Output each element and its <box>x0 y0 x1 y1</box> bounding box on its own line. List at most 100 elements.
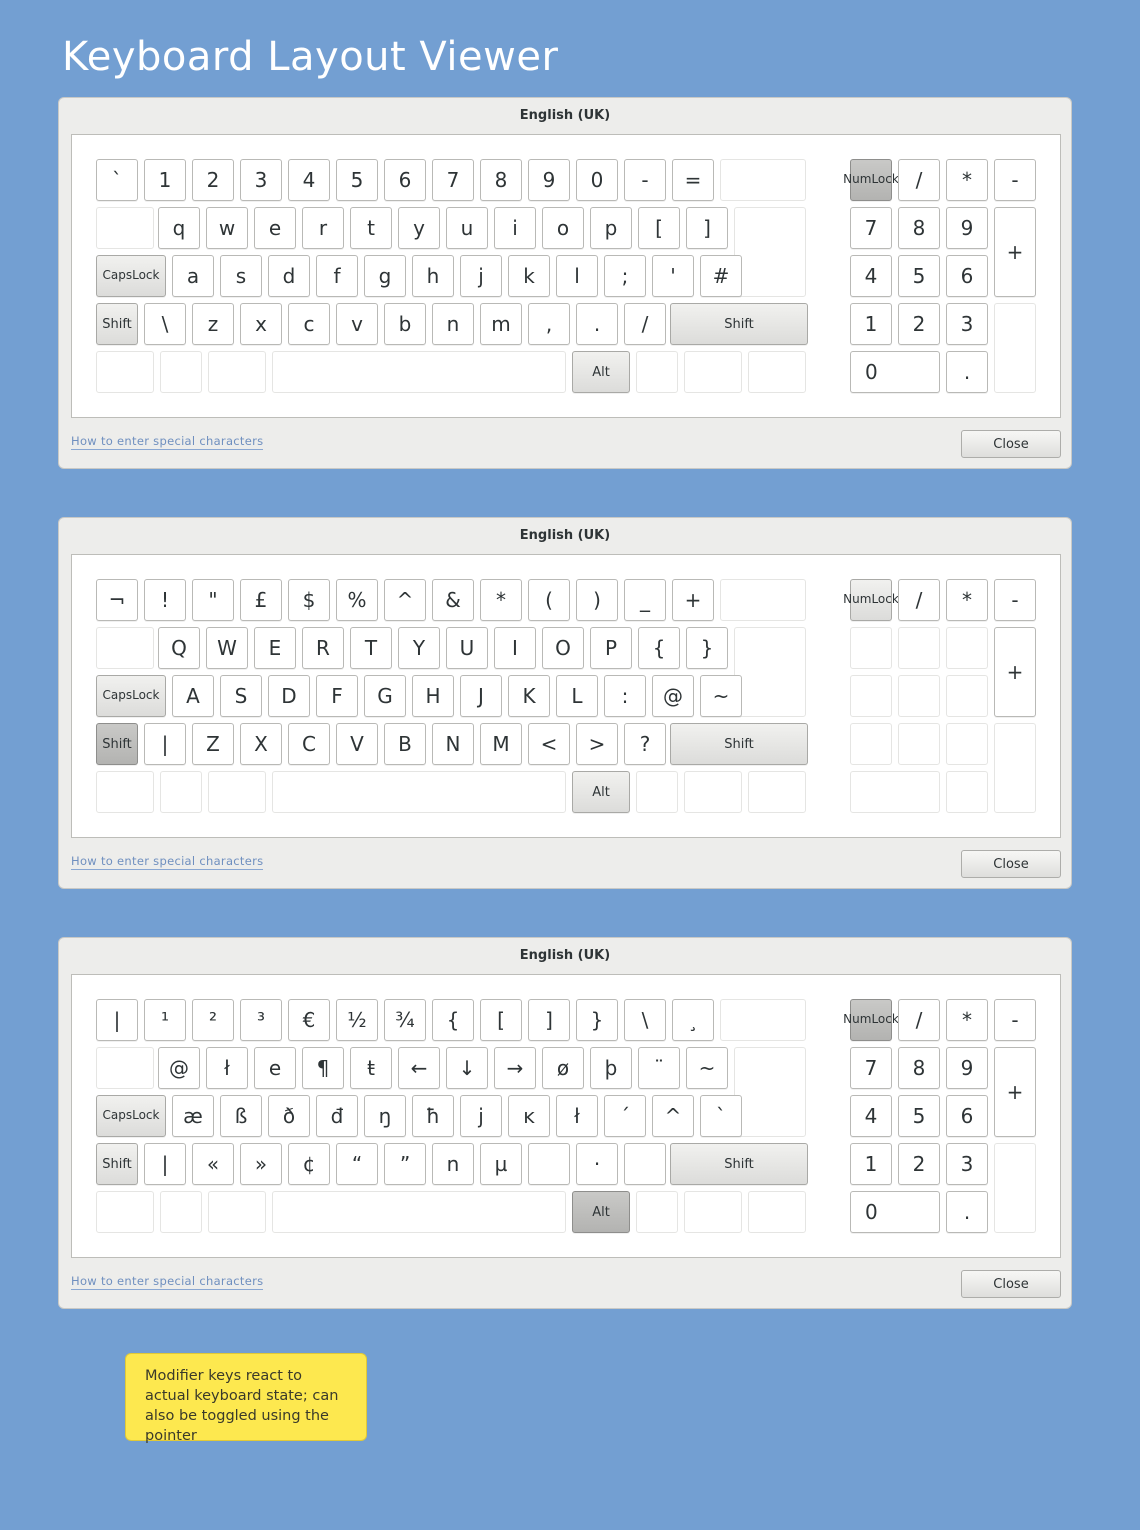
key[interactable]: V <box>336 723 378 765</box>
numpad-key[interactable]: 5 <box>898 1095 940 1137</box>
key[interactable]: ³ <box>240 999 282 1041</box>
key[interactable]: { <box>638 627 680 669</box>
key[interactable]: D <box>268 675 310 717</box>
key[interactable]: ! <box>144 579 186 621</box>
key[interactable]: ] <box>528 999 570 1041</box>
key[interactable]: ¹ <box>144 999 186 1041</box>
numpad-zero-key[interactable]: 0 <box>850 351 940 393</box>
key[interactable]: h <box>412 255 454 297</box>
key[interactable]: | <box>144 1143 186 1185</box>
key[interactable]: } <box>576 999 618 1041</box>
numpad-dot-key[interactable]: . <box>946 1191 988 1233</box>
key[interactable]: v <box>336 303 378 345</box>
numpad-plus-key[interactable]: + <box>994 1047 1036 1137</box>
key[interactable]: 3 <box>240 159 282 201</box>
numpad-key[interactable]: - <box>994 579 1036 621</box>
key[interactable]: € <box>288 999 330 1041</box>
key[interactable]: i <box>494 207 536 249</box>
key[interactable]: Q <box>158 627 200 669</box>
key[interactable]: n <box>432 1143 474 1185</box>
numpad-key[interactable]: 1 <box>850 1143 892 1185</box>
key[interactable] <box>624 1143 666 1185</box>
numpad-key[interactable]: 1 <box>850 303 892 345</box>
key[interactable]: I <box>494 627 536 669</box>
numpad-dot-key[interactable]: . <box>946 351 988 393</box>
numpad-key[interactable]: 3 <box>946 1143 988 1185</box>
key[interactable]: ĸ <box>508 1095 550 1137</box>
key[interactable]: 1 <box>144 159 186 201</box>
key[interactable]: C <box>288 723 330 765</box>
key[interactable]: } <box>686 627 728 669</box>
numpad-key[interactable]: - <box>994 159 1036 201</box>
key[interactable]: e <box>254 207 296 249</box>
close-button[interactable]: Close <box>961 1270 1061 1298</box>
numpad-key[interactable]: / <box>898 579 940 621</box>
key[interactable]: J <box>460 675 502 717</box>
key[interactable]: _ <box>624 579 666 621</box>
key[interactable]: - <box>624 159 666 201</box>
key[interactable]: ; <box>604 255 646 297</box>
key[interactable]: 7 <box>432 159 474 201</box>
key[interactable]: ł <box>206 1047 248 1089</box>
key[interactable]: ← <box>398 1047 440 1089</box>
right-shift-key[interactable]: Shift <box>670 1143 808 1185</box>
numlock-key[interactable]: Num Lock <box>843 579 899 621</box>
left-shift-key[interactable]: Shift <box>96 723 138 765</box>
numpad-key[interactable]: 3 <box>946 303 988 345</box>
numpad-key[interactable]: 4 <box>850 1095 892 1137</box>
key[interactable]: H <box>412 675 454 717</box>
key[interactable]: m <box>480 303 522 345</box>
special-characters-link[interactable]: How to enter special characters <box>71 854 264 870</box>
numpad-zero-key[interactable] <box>850 771 940 813</box>
key[interactable]: j <box>460 1095 502 1137</box>
key[interactable]: M <box>480 723 522 765</box>
key[interactable]: > <box>576 723 618 765</box>
key[interactable]: ` <box>96 159 138 201</box>
key[interactable]: / <box>624 303 666 345</box>
key[interactable]: q <box>158 207 200 249</box>
key[interactable]: U <box>446 627 488 669</box>
key[interactable]: L <box>556 675 598 717</box>
key[interactable]: P <box>590 627 632 669</box>
numpad-key[interactable]: * <box>946 159 988 201</box>
key[interactable]: c <box>288 303 330 345</box>
key[interactable]: T <box>350 627 392 669</box>
capslock-key[interactable]: CapsLock <box>96 675 166 717</box>
key[interactable]: , <box>528 303 570 345</box>
key[interactable]: [ <box>638 207 680 249</box>
numpad-key[interactable] <box>946 627 988 669</box>
key[interactable]: µ <box>480 1143 522 1185</box>
key[interactable]: A <box>172 675 214 717</box>
numpad-key[interactable]: 5 <box>898 255 940 297</box>
key[interactable]: ¬ <box>96 579 138 621</box>
key[interactable]: ~ <box>700 675 742 717</box>
key[interactable]: w <box>206 207 248 249</box>
key[interactable]: | <box>144 723 186 765</box>
key[interactable]: g <box>364 255 406 297</box>
numpad-plus-key[interactable]: + <box>994 207 1036 297</box>
key[interactable]: X <box>240 723 282 765</box>
numpad-key[interactable]: 8 <box>898 1047 940 1089</box>
numpad-key[interactable]: 6 <box>946 1095 988 1137</box>
special-characters-link[interactable]: How to enter special characters <box>71 1274 264 1290</box>
key[interactable]: E <box>254 627 296 669</box>
altgr-key[interactable]: Alt <box>572 771 630 813</box>
numpad-key[interactable]: 9 <box>946 1047 988 1089</box>
key[interactable]: [ <box>480 999 522 1041</box>
key[interactable]: ^ <box>652 1095 694 1137</box>
numpad-dot-key[interactable] <box>946 771 988 813</box>
key[interactable]: O <box>542 627 584 669</box>
key[interactable]: z <box>192 303 234 345</box>
key[interactable]: S <box>220 675 262 717</box>
key[interactable]: ŋ <box>364 1095 406 1137</box>
numlock-key[interactable]: Num Lock <box>843 999 899 1041</box>
key[interactable]: Y <box>398 627 440 669</box>
key[interactable]: þ <box>590 1047 632 1089</box>
numpad-key[interactable]: 4 <box>850 255 892 297</box>
key[interactable]: · <box>576 1143 618 1185</box>
numpad-key[interactable] <box>946 675 988 717</box>
close-button[interactable]: Close <box>961 850 1061 878</box>
altgr-key[interactable]: Alt <box>572 351 630 393</box>
key[interactable]: ø <box>542 1047 584 1089</box>
key[interactable]: G <box>364 675 406 717</box>
